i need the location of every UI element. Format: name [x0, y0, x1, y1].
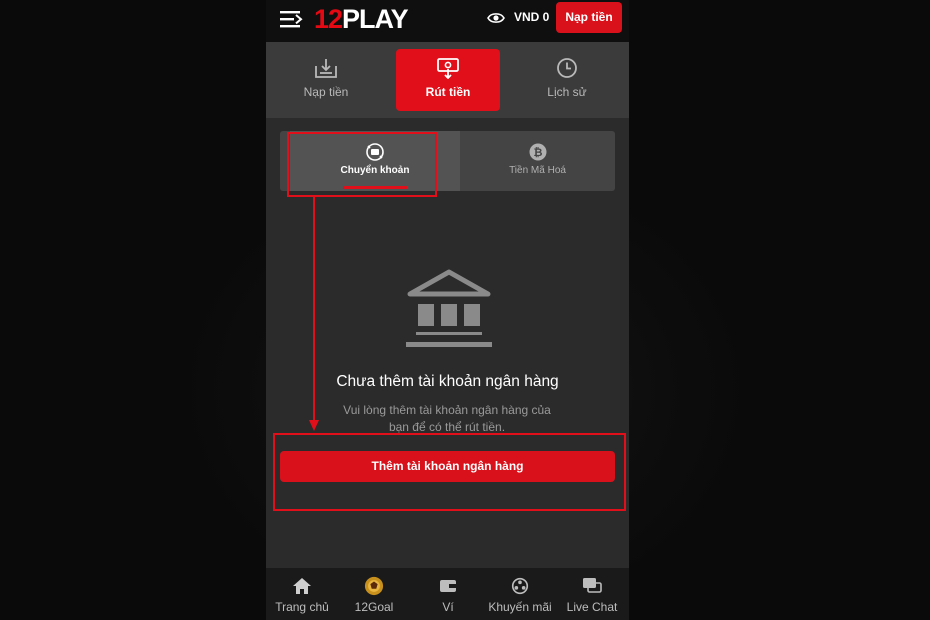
- annotation-arrow: [309, 197, 319, 431]
